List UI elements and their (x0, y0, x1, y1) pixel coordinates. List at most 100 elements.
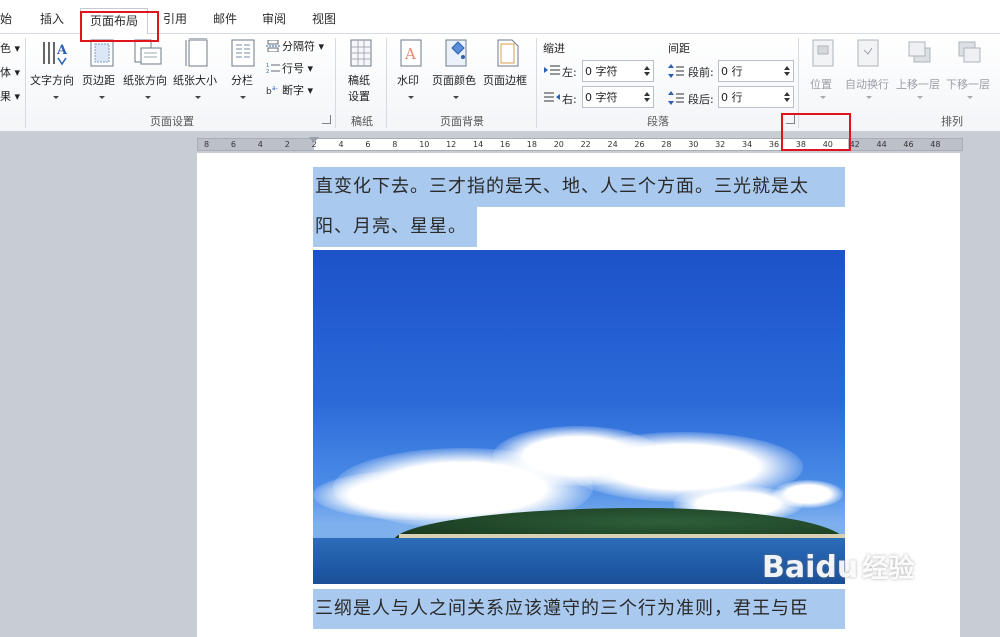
bring-forward-icon (908, 41, 931, 63)
spin-down-icon[interactable] (784, 98, 790, 102)
margins-label: 页边距 (82, 74, 115, 87)
spin-up-icon[interactable] (644, 66, 650, 70)
send-backward-label: 下移一层 (946, 78, 990, 91)
page-color-label: 页面颜色 (432, 74, 476, 87)
spin-up-icon[interactable] (784, 66, 790, 70)
manuscript-group-label: 稿纸 (351, 115, 373, 128)
ruler-tick-label: 8 (392, 140, 398, 149)
chevron-down-icon (99, 96, 105, 99)
breaks-button[interactable]: 分隔符 ▾ (266, 38, 324, 56)
margins-button[interactable]: 页边距 (82, 38, 122, 108)
tab-references[interactable]: 引用 (163, 10, 187, 30)
image-sea (313, 538, 845, 584)
wrap-text-button[interactable]: 自动换行 (845, 38, 893, 108)
columns-button[interactable]: 分栏 (226, 38, 260, 108)
spacing-after-input[interactable] (721, 89, 775, 105)
watermark-icon: A (400, 39, 422, 67)
position-button[interactable]: 位置 (806, 38, 840, 108)
tab-view[interactable]: 视图 (312, 10, 336, 30)
indent-right-spinner[interactable] (582, 86, 654, 108)
tab-mailings[interactable]: 邮件 (213, 10, 237, 30)
watermark-button[interactable]: A 水印 (394, 38, 428, 108)
tab-page-layout[interactable]: 页面布局 (80, 8, 148, 35)
paragraph-dialog-launcher[interactable] (786, 115, 795, 124)
line-numbers-icon: 12 (266, 63, 280, 74)
ruler-tick-label: 22 (580, 140, 591, 149)
ruler-tick-label: 30 (688, 140, 699, 149)
manuscript-label-line2: 设置 (348, 90, 370, 103)
ruler-tick-label: 16 (499, 140, 511, 149)
ruler-tick-label: 26 (634, 140, 645, 149)
page-color-icon (445, 39, 467, 67)
page-color-button[interactable]: 页面颜色 (432, 38, 480, 108)
indent-right-input[interactable] (585, 89, 639, 105)
chevron-down-icon (195, 96, 201, 99)
spacing-before-label: 段前: (688, 66, 714, 79)
spacing-after-spinner[interactable] (718, 86, 794, 108)
ruler-tick-label: 20 (553, 140, 564, 149)
orientation-label: 纸张方向 (123, 74, 167, 87)
tab-home[interactable]: 始 (0, 10, 12, 30)
line-numbers-button[interactable]: 1 2 行号 ▾ (266, 60, 313, 78)
spin-down-icon[interactable] (644, 98, 650, 102)
indent-left-input[interactable] (585, 63, 639, 79)
ruler-tick-label: 34 (742, 140, 753, 149)
chevron-down-icon (917, 96, 923, 99)
indent-left-spinner[interactable] (582, 60, 654, 82)
ribbon-tab-bar: 始 插入 页面布局 引用 邮件 审阅 视图 (0, 0, 1000, 35)
tab-insert[interactable]: 插入 (40, 10, 64, 30)
first-line-indent-marker[interactable] (309, 137, 319, 143)
size-label: 纸张大小 (173, 74, 217, 87)
chevron-down-icon (53, 96, 59, 99)
ruler-tick-label: 14 (473, 140, 484, 149)
ruler-tick-label: 42 (849, 140, 860, 149)
spin-down-icon[interactable] (644, 72, 650, 76)
indent-right-icon (544, 92, 560, 102)
ruler-tick-label: 12 (446, 140, 457, 149)
ruler-tick-label: 28 (661, 140, 672, 149)
text-direction-button[interactable]: A 文字方向 (30, 38, 82, 108)
manuscript-settings-button[interactable]: 稿纸 设置 (340, 38, 382, 108)
ruler-tick-label: 46 (903, 140, 914, 149)
horizontal-ruler[interactable]: 8 6 4 2 2 4 6 8 10 12 14 16 18 20 22 24 26 28 30 32 34 36 38 40… (197, 137, 963, 151)
svg-text:A: A (56, 43, 68, 58)
spacing-before-input[interactable] (721, 63, 775, 79)
group-separator (386, 38, 387, 128)
page-borders-button[interactable]: 页面边框 (483, 38, 533, 108)
bring-forward-button[interactable]: 上移一层 (896, 38, 944, 108)
theme-fonts-button[interactable]: 体 ▾ (0, 64, 20, 82)
page-borders-icon (497, 39, 519, 67)
spacing-before-icon (668, 64, 684, 78)
size-button[interactable]: 纸张大小 (173, 38, 223, 108)
selected-text-line-2[interactable]: 阳、月亮、星星。 (313, 207, 477, 247)
ruler-tick-label: 4 (257, 140, 263, 149)
spin-up-icon[interactable] (784, 92, 790, 96)
watermark-label: 水印 (397, 74, 419, 87)
theme-effects-button[interactable]: 果 ▾ (0, 88, 20, 106)
spacing-before-spinner[interactable] (718, 60, 794, 82)
page-setup-dialog-launcher[interactable] (322, 115, 331, 124)
theme-colors-button[interactable]: 色 ▾ (0, 40, 20, 58)
image-cloud (313, 470, 513, 520)
ruler-tick-label: 2 (284, 140, 290, 149)
indent-right-label: 右: (562, 93, 577, 106)
send-backward-button[interactable]: 下移一层 (946, 38, 996, 108)
ruler-tick-label: 38 (795, 140, 806, 149)
ruler-tick-label: 48 (930, 140, 941, 149)
ruler-tick-label: 4 (338, 140, 344, 149)
selected-text-line-1[interactable]: 直变化下去。三才指的是天、地、人三个方面。三光就是太 (313, 167, 845, 207)
ruler-tick-label: 24 (607, 140, 618, 149)
send-backward-icon (958, 41, 981, 63)
spin-up-icon[interactable] (644, 92, 650, 96)
document-image-seascape[interactable] (313, 250, 845, 584)
tab-review[interactable]: 审阅 (262, 10, 286, 30)
group-separator (798, 38, 799, 128)
columns-label: 分栏 (231, 74, 253, 87)
ruler-tick-label: 18 (526, 140, 537, 149)
ruler-tick-label: 32 (715, 140, 726, 149)
spin-down-icon[interactable] (784, 72, 790, 76)
orientation-button[interactable]: 纸张方向 (123, 38, 173, 108)
hyphenation-button[interactable]: b a- 断字 ▾ (266, 82, 313, 100)
page-borders-label: 页面边框 (483, 74, 527, 87)
selected-text-line-3[interactable]: 三纲是人与人之间关系应该遵守的三个行为准则，君王与臣 (313, 589, 845, 629)
